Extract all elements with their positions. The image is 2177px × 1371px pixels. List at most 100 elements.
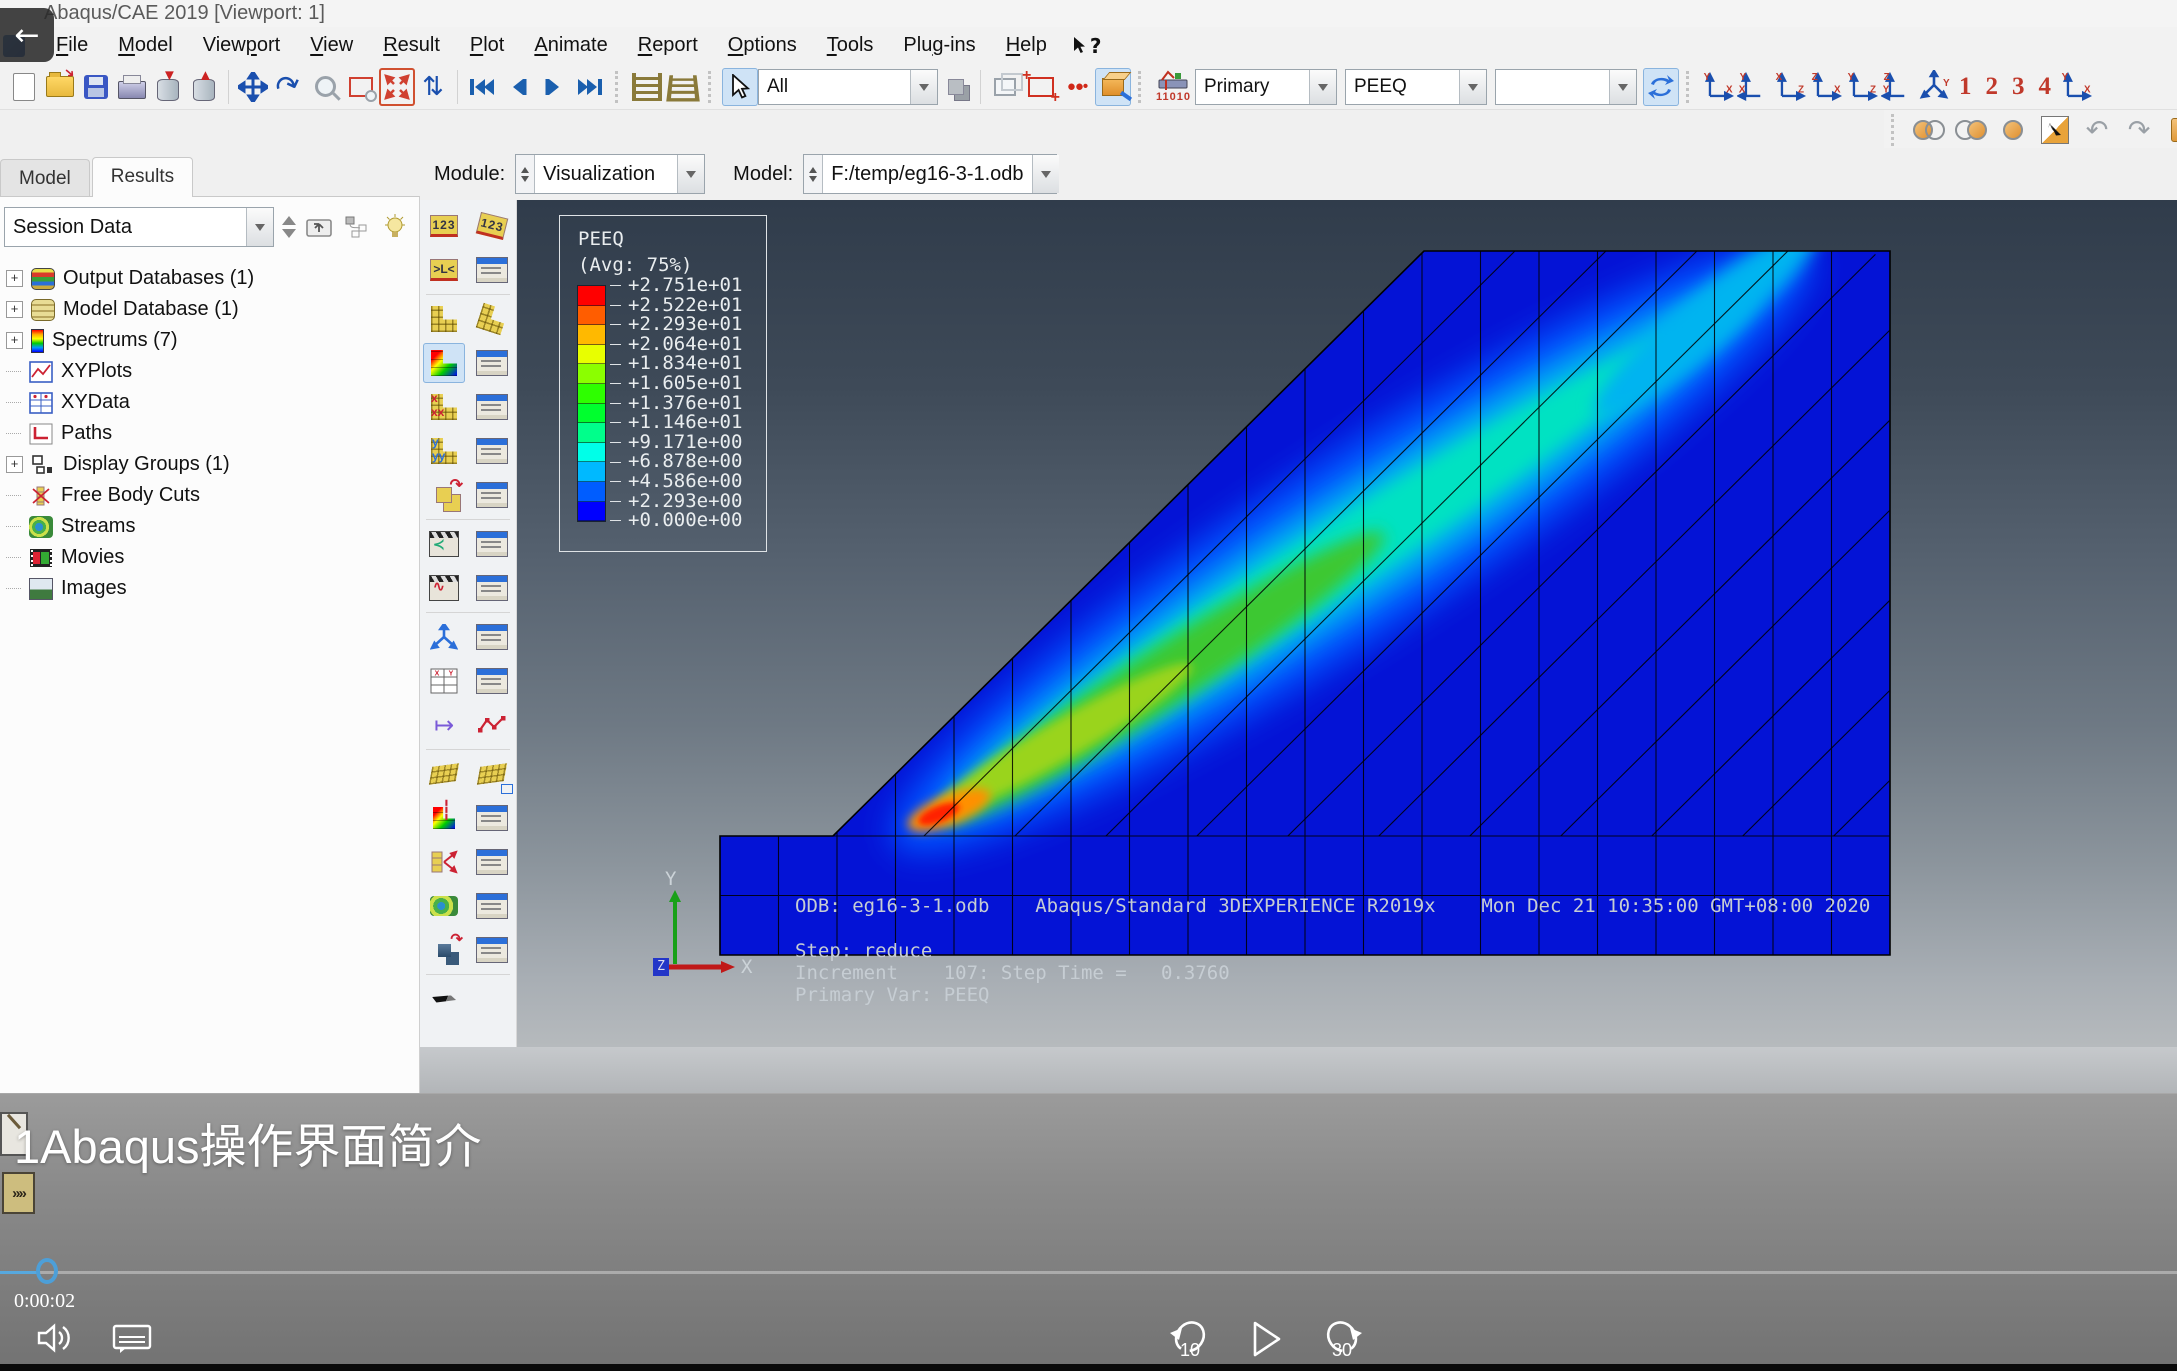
create-group-button[interactable] — [2163, 111, 2177, 149]
last-frame-button[interactable] — [572, 68, 608, 106]
expand-icon[interactable]: + — [6, 270, 23, 287]
subtitles-button[interactable] — [112, 1324, 152, 1354]
previous-frame-button[interactable] — [500, 68, 536, 106]
collapse-all-button[interactable] — [304, 214, 334, 240]
plot-state-numbers-button[interactable]: 123 — [423, 206, 465, 246]
numbered-view-4-button[interactable]: 4 — [2031, 73, 2058, 101]
menu-item-plug-ins[interactable]: Plug-ins — [888, 30, 990, 61]
next-frame-button[interactable] — [536, 68, 572, 106]
chevron-down-icon[interactable] — [1309, 70, 1336, 104]
chevron-down-icon[interactable] — [677, 155, 704, 193]
load-session-button[interactable]: ▼ — [150, 68, 186, 106]
view-cut-manager-button[interactable] — [471, 617, 513, 657]
tree-item-spectrums[interactable]: +Spectrums (7) — [6, 325, 419, 356]
open-file-button[interactable] — [42, 68, 78, 106]
query-perspective-button[interactable] — [665, 68, 701, 106]
rotate-mode-button[interactable] — [2037, 111, 2073, 149]
model-combo[interactable]: F:/temp/eg16-3-1.odb — [803, 154, 1057, 194]
pan-view-button[interactable] — [235, 68, 271, 106]
magnify-view-button[interactable] — [307, 68, 343, 106]
numbered-view-2-button[interactable]: 2 — [1978, 73, 2005, 101]
query-button[interactable] — [629, 68, 665, 106]
plot-state-swap-button[interactable]: ↷ — [423, 475, 465, 515]
menu-item-result[interactable]: Result — [368, 30, 455, 61]
select-cursor-button[interactable] — [722, 68, 758, 106]
tree-item-display-groups[interactable]: +Display Groups (1) — [6, 449, 419, 480]
tree-item-xyplots[interactable]: XYPlots — [6, 356, 419, 387]
numbered-view-1-button[interactable]: 1 — [1952, 73, 1979, 101]
plot-state-arrows-button[interactable]: >L< — [423, 250, 465, 290]
xy-data-table-button[interactable]: XY — [423, 661, 465, 701]
spinner-icon[interactable] — [804, 155, 823, 193]
wireframe-render-button[interactable] — [987, 68, 1023, 106]
contour-options-button[interactable] — [471, 343, 513, 383]
chevron-down-icon[interactable] — [246, 208, 273, 246]
animate-harmonic-button[interactable]: ∿ — [423, 568, 465, 608]
primary-variable-combo[interactable]: Primary — [1195, 69, 1337, 105]
viewport[interactable]: PEEQ (Avg: 75%) +2.751e+01+2.522e+01+2.2… — [517, 200, 2177, 1047]
numbered-view-3-button[interactable]: 3 — [2005, 73, 2032, 101]
animation-options-button[interactable] — [471, 568, 513, 608]
tree-spinner[interactable] — [282, 209, 296, 245]
xy-data-manager-button[interactable] — [471, 661, 513, 701]
overlay-plot-button[interactable]: ↷ — [423, 930, 465, 970]
plot-undeformed-button[interactable] — [423, 299, 465, 339]
cut-options-button[interactable] — [471, 798, 513, 838]
expand-icon[interactable]: + — [6, 301, 23, 318]
free-body-manager-button[interactable] — [471, 842, 513, 882]
rotate-view-button[interactable]: ↷ — [271, 68, 307, 106]
module-combo[interactable]: Visualization — [515, 154, 705, 194]
chevron-down-icon[interactable] — [910, 70, 937, 104]
plot-state-options-button[interactable] — [471, 475, 513, 515]
plot-deformed-button[interactable] — [471, 299, 513, 339]
animate-time-history-button[interactable] — [471, 524, 513, 564]
orientation-plot-button[interactable]: yyy — [423, 431, 465, 471]
seek-bar[interactable] — [0, 1271, 2177, 1274]
tree-item-free-body-cuts[interactable]: Free Body Cuts — [6, 480, 419, 511]
position-combo[interactable] — [1495, 69, 1637, 105]
new-file-button[interactable] — [6, 68, 42, 106]
chevron-down-icon[interactable] — [1459, 70, 1486, 104]
chevron-down-icon[interactable] — [1032, 155, 1059, 193]
tab-model[interactable]: Model — [0, 159, 90, 196]
menu-item-plot[interactable]: Plot — [455, 30, 519, 61]
shaded-render-button[interactable] — [1095, 68, 1131, 106]
xy-plot-curve-button[interactable] — [471, 705, 513, 745]
view-cut-triad-button[interactable] — [423, 617, 465, 657]
symbol-plot-button[interactable]: xxx — [423, 387, 465, 427]
view-orientation-button[interactable]: ZY — [1880, 68, 1916, 106]
back-button[interactable]: ← — [0, 8, 54, 62]
view-orientation-button[interactable]: YZ — [1844, 68, 1880, 106]
cycle-views-button[interactable]: ⇅ — [415, 68, 451, 106]
view-iso-button[interactable]: Y — [1916, 68, 1952, 106]
display-group-button[interactable]: ●●• — [1059, 68, 1095, 106]
menu-item-animate[interactable]: Animate — [519, 30, 622, 61]
forward-30-button[interactable]: 30 — [1318, 1316, 1366, 1362]
tree-item-paths[interactable]: Paths — [6, 418, 419, 449]
view-orientation-button[interactable]: XZ — [1772, 68, 1808, 106]
path-create-button[interactable]: ↦ — [423, 705, 465, 745]
tree-item-movies[interactable]: Movies — [6, 542, 419, 573]
animate-scale-factor-button[interactable]: ≺ — [423, 524, 465, 564]
save-session-button[interactable]: ▲ — [186, 68, 222, 106]
spinner-icon[interactable] — [516, 155, 535, 193]
menu-item-model[interactable]: Model — [103, 30, 187, 61]
sync-frames-button[interactable] — [1643, 68, 1679, 106]
print-button[interactable] — [114, 68, 150, 106]
tree-item-streams[interactable]: Streams — [6, 511, 419, 542]
warp-plot-button[interactable] — [423, 754, 465, 794]
view-orientation-button[interactable]: YX — [1700, 68, 1736, 106]
expand-panel-icon[interactable]: »» — [2, 1172, 35, 1214]
drag-box-button[interactable] — [1023, 68, 1059, 106]
probe-tool-button[interactable] — [423, 979, 465, 1019]
perspective-off-button[interactable] — [1953, 111, 1989, 149]
menu-item-view[interactable]: View — [295, 30, 368, 61]
field-output-dialog-button[interactable]: 11010 — [1156, 70, 1191, 103]
field-variable-combo[interactable]: PEEQ — [1345, 69, 1487, 105]
orientation-options-button[interactable] — [471, 431, 513, 471]
tree-item-images[interactable]: Images — [6, 573, 419, 604]
stream-options-button[interactable] — [471, 886, 513, 926]
free-body-cut-button[interactable] — [423, 842, 465, 882]
view-orientation-button[interactable]: ZX — [1808, 68, 1844, 106]
session-data-combo[interactable]: Session Data — [4, 207, 274, 247]
